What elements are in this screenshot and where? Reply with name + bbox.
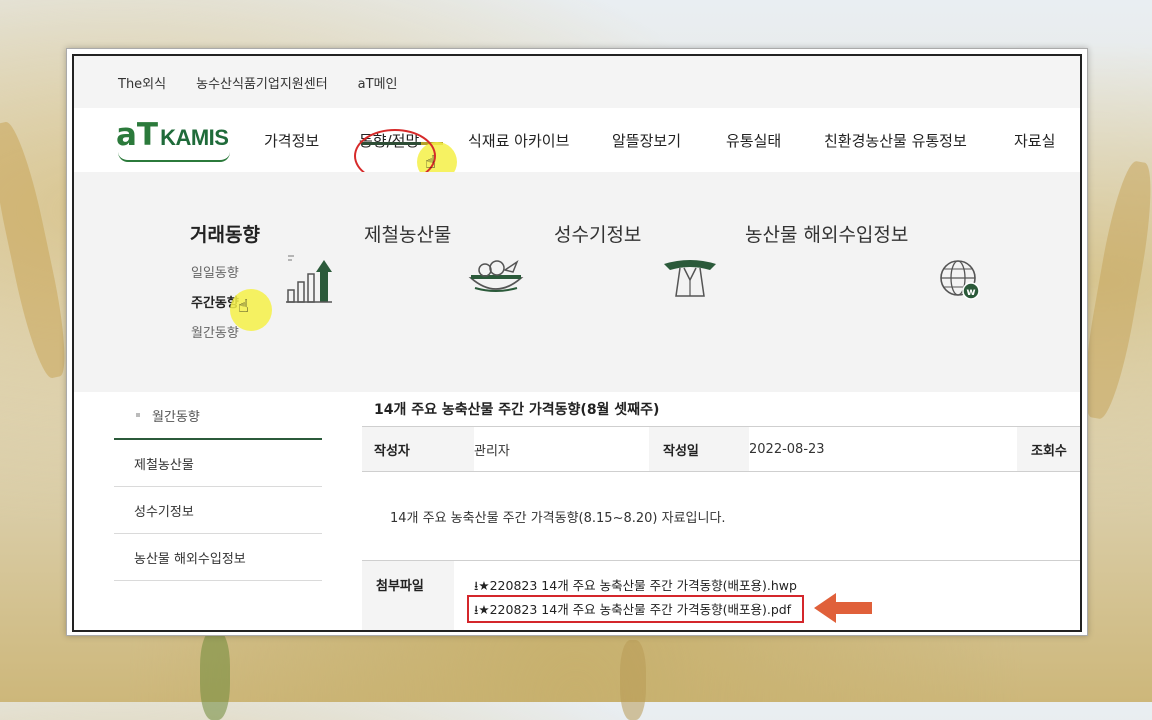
sidebar-item-import[interactable]: 농산물 해외수입정보 [114,534,322,581]
utility-link[interactable]: 농수산식품기업지원센터 [196,73,328,92]
sidebar-item-peak[interactable]: 성수기정보 [114,487,322,534]
article-title: 14개 주요 농축산물 주간 가격동향(8월 셋째주) [362,392,1080,427]
attachment-name: ★220823 14개 주요 농축산물 주간 가격동향(배포용).hwp [478,578,797,593]
article-body: 14개 주요 농축산물 주간 가격동향(8.15~8.20) 자료입니다. [362,472,1080,561]
utility-bar: The외식 농수산식품기업지원센터 aT메인 [74,56,1080,108]
nav-archive[interactable]: 자료실 [1014,130,1055,151]
globe-icon: w [940,260,980,300]
logo-t: T [136,117,159,153]
utility-link[interactable]: aT메인 [358,73,398,92]
nav-eco-products[interactable]: 친환경농산물 유통정보 [824,130,967,151]
hand-cursor-icon: ☝ [238,296,249,317]
bullet-icon [136,413,140,417]
annotation-box [467,595,804,623]
sidebar-item-seasonal[interactable]: 제철농산물 [114,440,322,487]
hanbok-icon [664,260,716,297]
logo-kamis: KAMIS [160,125,229,150]
author-label: 작성자 [362,427,474,471]
wheat-decoration [0,118,75,382]
mega-title-peak-season[interactable]: 성수기정보 [554,220,641,247]
attachments-label: 첨부파일 [362,561,454,630]
main-navigation: a T KAMIS 가격정보 동향/전망 식재료 아카이브 알뜰장보기 유통실태 친… [74,108,1080,172]
screenshot-frame: The외식 농수산식품기업지원센터 aT메인 a T KAMIS 가격정보 동향/전… [66,48,1088,636]
menu-daily-trends[interactable]: 일일동향 [191,262,239,281]
article-meta: 작성자 관리자 작성일 2022-08-23 조회수 [362,427,1080,472]
nav-distribution[interactable]: 유통실태 [726,130,781,151]
mega-title-trade-trends[interactable]: 거래동향 [190,220,260,247]
sidebar-item-label: 월간동향 [152,409,200,425]
sidebar-item-monthly[interactable]: 월간동향 [114,392,322,440]
wheat-decoration [620,640,646,720]
mega-menu: 거래동향 일일동향 주간동향 월간동향 ☝ 제철농산물 성수기정보 농산물 해외… [74,172,1080,392]
site-logo[interactable]: a T KAMIS [116,117,230,162]
svg-text:w: w [966,287,975,298]
logo-swoosh [118,152,230,162]
vegetable-bowl-icon [468,260,524,292]
browser-viewport: The외식 농수산식품기업지원센터 aT메인 a T KAMIS 가격정보 동향/전… [72,54,1082,632]
utility-link[interactable]: The외식 [118,73,166,92]
mega-title-seasonal[interactable]: 제철농산물 [364,220,451,247]
author-value: 관리자 [474,443,510,459]
views-label: 조회수 [1017,427,1080,471]
logo-a: a [116,117,137,153]
mega-title-import-info[interactable]: 농산물 해외수입정보 [745,220,908,247]
menu-monthly-trends[interactable]: 월간동향 [191,322,239,341]
hand-cursor-icon: ☝ [425,152,436,173]
nav-ingredient-archive[interactable]: 식재료 아카이브 [468,130,569,151]
date-label: 작성일 [649,427,749,471]
cursor-highlight [230,289,272,331]
sidebar: 월간동향 제철농산물 성수기정보 농산물 해외수입정보 [114,392,322,581]
arrow-left-icon [814,593,872,623]
nav-smart-shopping[interactable]: 알뜰장보기 [612,130,681,151]
bar-chart-icon [286,255,332,303]
date-value: 2022-08-23 [749,441,825,457]
wheat-decoration [200,630,230,720]
nav-price-info[interactable]: 가격정보 [264,130,319,151]
